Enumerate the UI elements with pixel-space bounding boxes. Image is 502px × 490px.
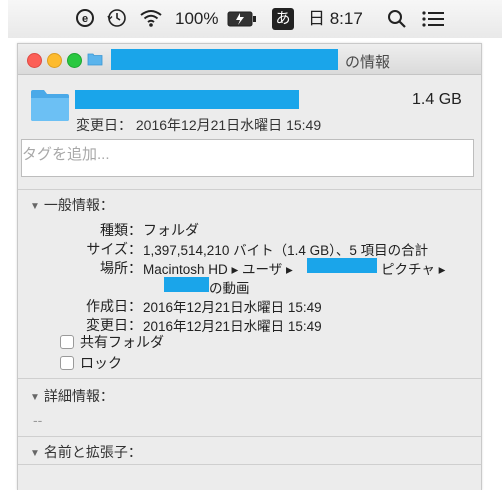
menu-bar: e 100% あ 日 8:17 bbox=[8, 0, 502, 38]
title-bar[interactable]: の情報 bbox=[18, 44, 481, 75]
tags-field[interactable]: タグを追加... bbox=[21, 139, 474, 177]
locked-checkbox[interactable] bbox=[60, 356, 74, 370]
disclosure-triangle-icon: ▼ bbox=[30, 392, 40, 403]
name-extension-header-label: 名前と拡張子： bbox=[43, 444, 142, 460]
redacted-folder-name bbox=[111, 49, 338, 70]
time-machine-icon[interactable] bbox=[106, 7, 128, 34]
tags-placeholder: タグを追加... bbox=[22, 146, 110, 163]
disclosure-triangle-icon: ▼ bbox=[30, 448, 40, 459]
divider bbox=[18, 436, 481, 437]
battery-icon[interactable] bbox=[227, 11, 257, 32]
where-value-path: Macintosh HD ▸ ユーザ ▸ bbox=[143, 262, 293, 277]
large-folder-icon bbox=[30, 88, 70, 127]
general-header-label: 一般情報： bbox=[43, 197, 114, 213]
kind-value: フォルダ bbox=[143, 222, 199, 238]
input-source-icon[interactable]: あ bbox=[272, 8, 294, 30]
zoom-button[interactable] bbox=[67, 53, 82, 68]
more-info-value: -- bbox=[33, 412, 43, 428]
redacted-folder-segment bbox=[164, 277, 209, 292]
menubar-clock[interactable]: 日 8:17 bbox=[308, 9, 363, 29]
minimize-button[interactable] bbox=[47, 53, 62, 68]
svg-text:e: e bbox=[82, 13, 88, 25]
more-info-header-label: 詳細情報： bbox=[43, 388, 114, 404]
title-folder-icon bbox=[87, 52, 103, 71]
close-button[interactable] bbox=[27, 53, 42, 68]
where-label: 場所： bbox=[100, 260, 142, 276]
divider bbox=[18, 464, 481, 465]
where-value-pictures: ピクチャ ▸ bbox=[381, 262, 446, 277]
name-extension-section-header[interactable]: ▼ 名前と拡張子： bbox=[30, 442, 142, 462]
header-modified-date: 変更日： 2016年12月21日水曜日 15:49 bbox=[76, 117, 322, 133]
more-info-section-header[interactable]: ▼ 詳細情報： bbox=[30, 386, 114, 406]
window-title: の情報 bbox=[345, 54, 391, 71]
redacted-user-name bbox=[307, 258, 377, 273]
spotlight-search-icon[interactable] bbox=[387, 9, 407, 34]
size-label: サイズ： bbox=[86, 241, 142, 257]
created-value: 2016年12月21日水曜日 15:49 bbox=[143, 300, 322, 315]
evernote-status-icon[interactable]: e bbox=[75, 8, 95, 33]
divider bbox=[18, 189, 481, 190]
modified-value: 2016年12月21日水曜日 15:49 bbox=[143, 319, 322, 334]
wifi-icon[interactable] bbox=[139, 8, 163, 33]
where-value-videos: の動画 bbox=[209, 281, 250, 296]
get-info-window: の情報 1.4 GB 変更日： 2016年12月21日水曜日 15:49 タグを… bbox=[17, 43, 482, 490]
redacted-item-name bbox=[75, 90, 299, 109]
locked-label[interactable]: ロック bbox=[80, 353, 122, 373]
kind-label: 種類： bbox=[100, 222, 142, 238]
item-size: 1.4 GB bbox=[412, 91, 462, 108]
created-label: 作成日： bbox=[86, 298, 142, 314]
shared-folder-checkbox[interactable] bbox=[60, 335, 74, 349]
general-section-header[interactable]: ▼ 一般情報： bbox=[30, 195, 114, 215]
disclosure-triangle-icon: ▼ bbox=[30, 201, 40, 212]
battery-percent: 100% bbox=[175, 9, 219, 28]
shared-folder-label[interactable]: 共有フォルダ bbox=[80, 332, 164, 352]
divider bbox=[18, 378, 481, 379]
size-value: 1,397,514,210 バイト（1.4 GB）、5 項目の合計 bbox=[143, 243, 429, 258]
notification-center-icon[interactable] bbox=[422, 10, 444, 33]
